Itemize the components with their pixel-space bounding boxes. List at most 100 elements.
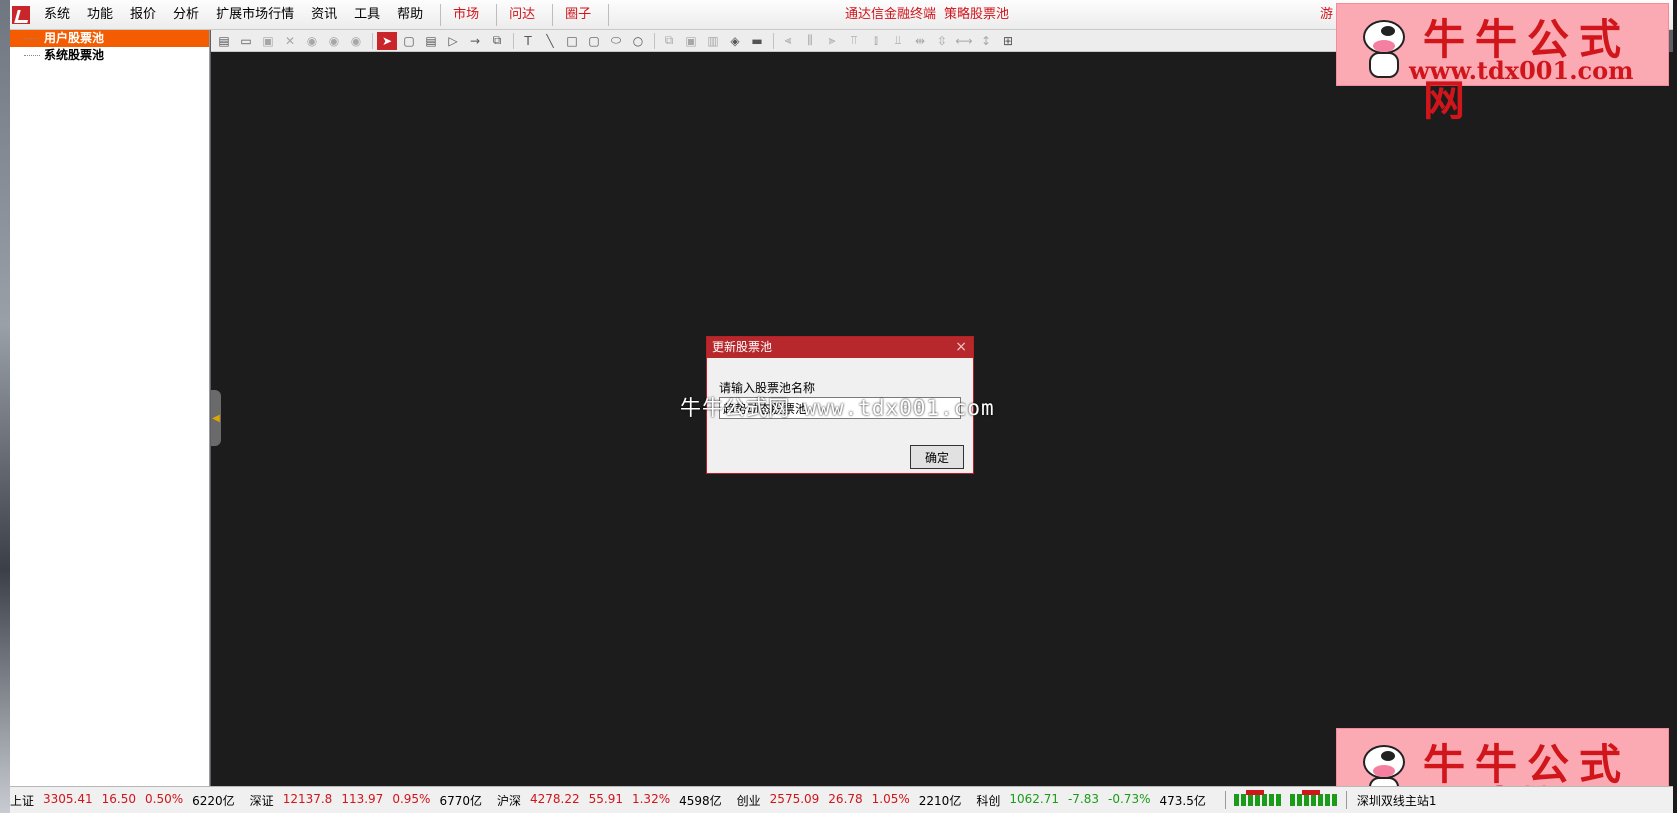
index-pct: -0.73% [1108,791,1151,806]
delete-icon[interactable]: ✕ [280,32,300,50]
index-pct: 0.50% [145,791,184,806]
tree-item-label: 系统股票池 [44,48,105,62]
tree-item-system-pool[interactable]: 系统股票池 [10,47,209,64]
menu-help[interactable]: 帮助 [391,0,434,30]
index-value: 3305.41 [43,791,93,806]
menu-analysis[interactable]: 分析 [167,0,210,30]
index-change: 55.91 [588,791,623,806]
trash-icon[interactable]: ▥ [703,32,723,50]
index-turnover: 4598亿 [679,793,722,808]
module-name: 策略股票池 [944,7,1010,22]
dialog-title: 更新股票池 [712,340,773,354]
index-hushen[interactable]: 沪深 4278.22 55.91 1.32% 4598亿 [497,792,731,809]
index-name: 科创 [976,793,1001,808]
round-rect-icon[interactable]: ▢ [584,32,604,50]
window-title: 通达信金融终端 策略股票池 [845,0,1017,30]
stop-icon[interactable]: ◉ [346,32,366,50]
index-value: 1062.71 [1009,791,1059,806]
index-star[interactable]: 科创 1062.71 -7.83 -0.73% 473.5亿 [976,792,1215,809]
toolbar-divider [513,32,514,49]
index-pct: 0.95% [392,791,431,806]
index-value: 2575.09 [769,791,820,806]
tree-connector [24,55,40,56]
menu-divider [440,3,442,26]
pause-icon[interactable]: ◉ [324,32,344,50]
paste-icon[interactable]: ▣ [681,32,701,50]
align-center-icon[interactable]: ⫼ [800,32,820,50]
circle-icon[interactable]: ○ [628,32,648,50]
text-icon[interactable]: T [518,32,538,50]
save-icon[interactable]: ▣ [258,32,278,50]
guest-label[interactable]: 游 [1320,0,1333,30]
align-right-icon[interactable]: ⫸ [822,32,842,50]
tree-item-user-pool[interactable]: 用户股票池 [10,30,209,47]
index-name: 创业 [736,793,761,808]
index-name: 沪深 [496,793,521,808]
group-icon[interactable]: ⧉ [487,32,507,50]
triangle-icon[interactable]: ▷ [443,32,463,50]
index-shanghai[interactable]: 上证 3305.41 16.50 0.50% 6220亿 [10,792,244,809]
index-shenzhen[interactable]: 深证 12137.8 113.97 0.95% 6770亿 [250,792,491,809]
align-top-icon[interactable]: ⫪ [844,32,864,50]
market-status-bar: 上证 3305.41 16.50 0.50% 6220亿 深证 12137.8 … [10,786,1677,813]
brand-badge-top: 牛牛公式网 www.tdx001.com [1336,3,1669,125]
line-width-icon[interactable]: ▬ [747,32,767,50]
index-turnover: 2210亿 [918,793,962,808]
collapse-handle-icon[interactable]: ◀ [211,390,221,446]
brand-url: www.tdx001.com [1409,56,1634,85]
distribute-v-icon[interactable]: ⇳ [932,32,952,50]
pointer-icon[interactable]: ➤ [377,31,397,50]
menu-tools[interactable]: 工具 [348,0,391,30]
close-icon[interactable]: × [955,337,967,358]
toolbar-divider [773,32,774,49]
watermark-text: 牛牛公式网 www.tdx001.com [680,396,995,420]
rectangle-icon[interactable]: □ [562,32,582,50]
same-width-icon[interactable]: ⟷ [954,32,974,50]
align-middle-icon[interactable]: ⫾ [866,32,886,50]
same-height-icon[interactable]: ↕ [976,32,996,50]
tab-wenda[interactable]: 问达 [503,0,546,30]
align-bottom-icon[interactable]: ⫫ [888,32,908,50]
server-name[interactable]: 深圳双线主站1 [1357,792,1437,809]
grid-icon[interactable]: ⊞ [998,32,1018,50]
index-turnover: 473.5亿 [1159,793,1206,808]
distribute-h-icon[interactable]: ⇹ [910,32,930,50]
align-left-icon[interactable]: ⫷ [778,32,798,50]
menu-divider [608,3,610,26]
status-divider [1224,791,1226,809]
rounded-rect-icon[interactable]: ▢ [399,32,419,50]
tab-market[interactable]: 市场 [447,0,490,30]
line-icon[interactable]: ╲ [540,32,560,50]
menu-function[interactable]: 功能 [81,0,124,30]
market-breadth-icon [1289,790,1338,806]
window-edge [1673,0,1677,813]
index-change: 16.50 [101,791,136,806]
menu-quote[interactable]: 报价 [124,0,167,30]
menu-extended-market[interactable]: 扩展市场行情 [210,0,305,30]
toolbar-divider [372,32,373,49]
tab-circle[interactable]: 圈子 [559,0,602,30]
menu-system[interactable]: 系统 [38,0,81,30]
index-name: 深证 [249,793,274,808]
arrow-icon[interactable]: → [465,32,485,50]
dialog-titlebar[interactable]: 更新股票池 × [707,337,973,358]
toolbar-divider [654,32,655,49]
ellipse-icon[interactable]: ⬭ [606,32,626,50]
fill-icon[interactable]: ◈ [725,32,745,50]
play-icon[interactable]: ◉ [302,32,322,50]
stock-pool-tree: 用户股票池 系统股票池 [10,30,210,786]
open-folder-icon[interactable]: ▭ [236,32,256,50]
tree-connector [24,38,40,39]
index-chinext[interactable]: 创业 2575.09 26.78 1.05% 2210亿 [737,792,971,809]
confirm-button[interactable]: 确定 [910,445,964,469]
index-pct: 1.32% [631,791,671,806]
copy-icon[interactable]: ⧉ [659,32,679,50]
index-change: 113.97 [341,791,384,806]
drawing-toolbar: ▤ ▭ ▣ ✕ ◉ ◉ ◉ ➤ ▢ ▤ ▷ → ⧉ T ╲ □ ▢ ⬭ ○ ⧉ … [211,30,1337,52]
app-logo-icon[interactable] [12,5,30,24]
menu-news[interactable]: 资讯 [305,0,348,30]
note-icon[interactable]: ▤ [421,32,441,50]
index-change: -7.83 [1067,791,1100,806]
index-change: 26.78 [828,791,863,806]
new-doc-icon[interactable]: ▤ [214,32,234,50]
